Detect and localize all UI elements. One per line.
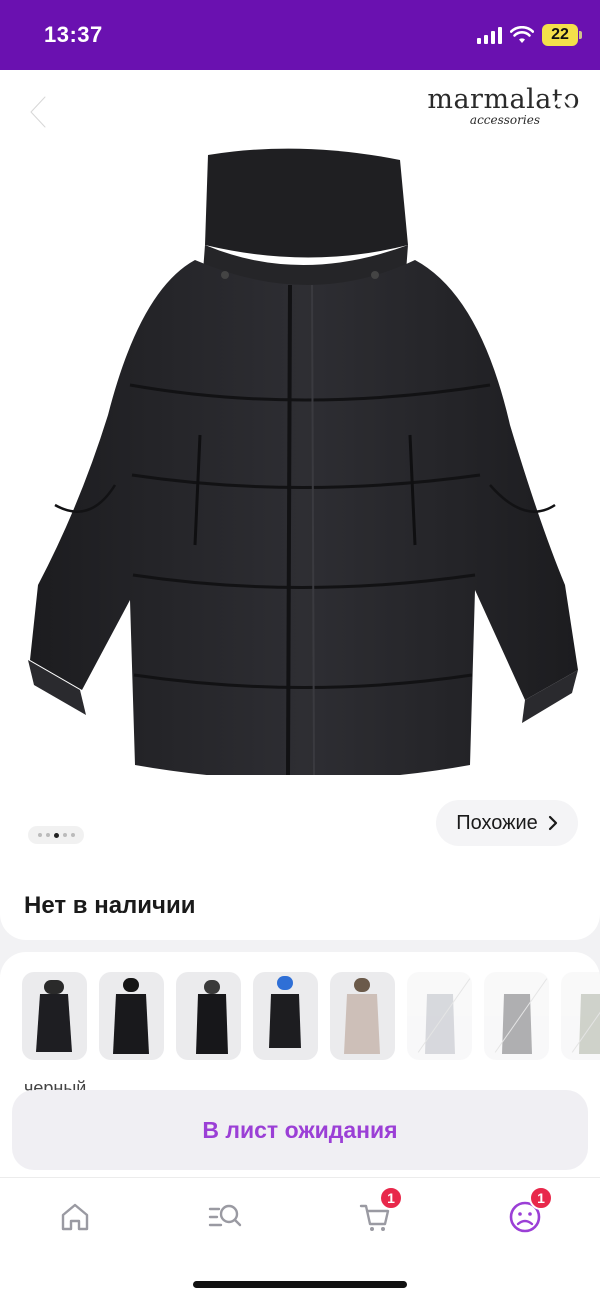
status-bar: 13:37 22 xyxy=(0,0,600,70)
home-icon xyxy=(61,1203,89,1231)
battery-indicator: 22 xyxy=(542,24,582,46)
pagination-dot xyxy=(37,833,42,837)
signal-icon xyxy=(477,26,502,44)
pagination-dot-active xyxy=(53,832,59,838)
product-image xyxy=(28,148,578,775)
variant-thumbnail[interactable] xyxy=(176,972,241,1060)
nav-profile[interactable]: 1 xyxy=(495,1186,555,1242)
availability-card: Нет в наличии xyxy=(0,870,600,940)
variant-thumbnail[interactable] xyxy=(22,972,87,1060)
variant-image xyxy=(269,976,301,1048)
nav-home[interactable] xyxy=(45,1192,105,1242)
variant-thumbnail-unavailable[interactable] xyxy=(407,972,472,1060)
variant-image xyxy=(36,980,72,1052)
wifi-icon xyxy=(510,26,534,43)
home-indicator xyxy=(193,1281,407,1288)
variant-image xyxy=(425,994,455,1054)
back-button[interactable] xyxy=(18,90,58,134)
variant-image xyxy=(344,978,380,1054)
share-icon xyxy=(549,95,575,129)
variant-thumbnail[interactable] xyxy=(330,972,395,1060)
variant-thumbnail[interactable] xyxy=(99,972,164,1060)
gallery-pagination xyxy=(28,826,84,844)
similar-button[interactable]: Похожие xyxy=(436,800,578,846)
variant-thumbnail[interactable] xyxy=(253,972,318,1060)
nav-cart[interactable]: 1 xyxy=(345,1186,405,1242)
profile-badge: 1 xyxy=(529,1186,553,1210)
availability-status: Нет в наличии xyxy=(24,892,196,919)
bottom-navigation: 1 1 xyxy=(0,1177,600,1297)
pagination-dot xyxy=(45,833,50,837)
variant-image xyxy=(502,994,532,1054)
similar-label: Похожие xyxy=(456,811,538,834)
chevron-left-icon xyxy=(29,95,47,129)
product-gallery[interactable]: marmalato accessories Похожие xyxy=(0,70,600,870)
nav-catalog[interactable] xyxy=(195,1192,255,1242)
pagination-dot xyxy=(70,833,75,837)
status-time: 13:37 xyxy=(44,22,103,47)
waitlist-button[interactable]: В лист ожидания xyxy=(12,1090,588,1170)
catalog-search-icon xyxy=(208,1204,242,1227)
share-button[interactable] xyxy=(546,94,578,130)
pagination-dot xyxy=(62,833,67,837)
variant-image xyxy=(579,994,600,1054)
cart-badge: 1 xyxy=(379,1186,403,1210)
variant-image xyxy=(196,980,228,1054)
chevron-right-icon xyxy=(548,815,557,831)
variant-thumbnails xyxy=(22,972,600,1060)
status-icons: 22 xyxy=(477,22,582,48)
variant-thumbnail-unavailable[interactable] xyxy=(484,972,549,1060)
variant-image xyxy=(113,978,149,1054)
brand-sub: accessories xyxy=(469,113,540,127)
variant-thumbnail-unavailable[interactable] xyxy=(561,972,600,1060)
